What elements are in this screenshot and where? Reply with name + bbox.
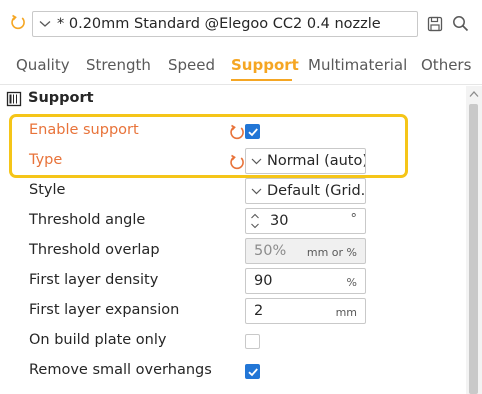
preset-dropdown[interactable]: * 0.20mm Standard @Elegoo CC2 0.4 nozzle — [32, 11, 418, 37]
remove-small-overhangs-checkbox[interactable] — [245, 364, 260, 379]
first-layer-expansion-label: First layer expansion — [29, 302, 180, 318]
section-title: Support — [28, 90, 94, 106]
first-layer-expansion-unit: mm — [335, 306, 357, 319]
preset-value: * 0.20mm Standard @Elegoo CC2 0.4 nozzle — [57, 16, 381, 32]
print-settings-panel: * 0.20mm Standard @Elegoo CC2 0.4 nozzle… — [0, 0, 482, 394]
chevron-down-icon — [39, 21, 51, 27]
first-layer-expansion-input[interactable]: 2 mm — [245, 298, 366, 324]
tab-multimaterial[interactable]: Multimaterial — [308, 56, 407, 74]
first-layer-density-value: 90 — [254, 273, 273, 289]
threshold-overlap-label: Threshold overlap — [29, 242, 160, 258]
style-dropdown[interactable]: Default (Grid... — [245, 178, 366, 204]
first-layer-density-input[interactable]: 90 % — [245, 268, 366, 294]
first-layer-density-unit: % — [346, 276, 357, 289]
threshold-angle-unit: ° — [350, 212, 358, 227]
threshold-angle-value: 30 — [270, 213, 289, 229]
annotation-highlight-box — [9, 114, 408, 178]
save-icon[interactable] — [427, 16, 443, 32]
remove-small-overhangs-label: Remove small overhangs — [29, 362, 212, 378]
search-icon[interactable] — [452, 15, 469, 32]
threshold-overlap-value: 50% — [254, 243, 287, 259]
threshold-angle-input[interactable]: 30 ° — [245, 208, 366, 234]
threshold-overlap-unit: mm or % — [306, 246, 357, 259]
scroll-up-arrow-icon[interactable] — [469, 90, 479, 98]
section-icon — [6, 91, 22, 107]
style-label: Style — [29, 182, 66, 198]
tab-others[interactable]: Others — [421, 56, 471, 74]
on-build-plate-only-checkbox[interactable] — [245, 334, 260, 349]
tab-strength[interactable]: Strength — [86, 56, 151, 74]
checkmark-icon — [248, 368, 258, 377]
chevron-down-icon — [251, 188, 262, 194]
tab-quality[interactable]: Quality — [16, 56, 70, 74]
settings-tabs: Quality Strength Speed Support Multimate… — [0, 52, 482, 82]
scrollbar-thumb[interactable] — [469, 104, 478, 394]
first-layer-expansion-value: 2 — [254, 303, 264, 319]
on-build-plate-only-label: On build plate only — [29, 332, 167, 348]
threshold-overlap-input: 50% mm or % — [245, 238, 366, 264]
style-value: Default (Grid... — [267, 183, 366, 199]
spinner-icon[interactable] — [250, 212, 260, 230]
tab-support[interactable]: Support — [231, 56, 299, 74]
first-layer-density-label: First layer density — [29, 272, 159, 288]
active-tab-underline — [231, 79, 292, 81]
tab-divider — [0, 84, 482, 85]
threshold-angle-label: Threshold angle — [29, 212, 146, 228]
reset-arrow-icon[interactable] — [10, 14, 26, 30]
tab-speed[interactable]: Speed — [168, 56, 215, 74]
